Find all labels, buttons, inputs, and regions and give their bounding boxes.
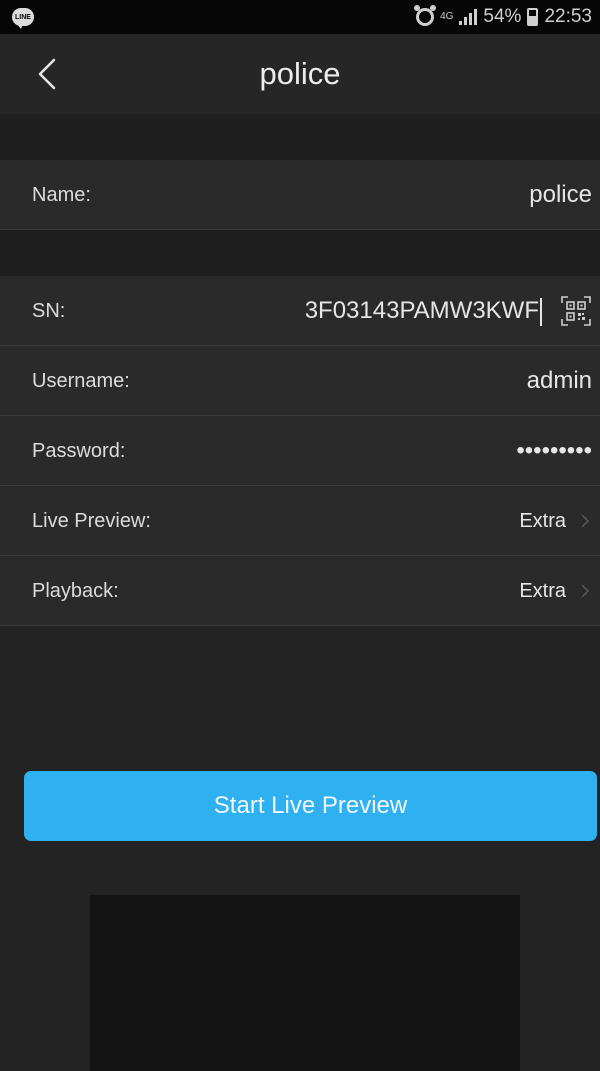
battery-percent: 54% — [483, 6, 522, 27]
signal-icon — [459, 9, 478, 25]
line-app-icon-text: LINE — [15, 13, 31, 21]
sn-label: SN: — [32, 300, 66, 322]
section-spacer — [0, 230, 600, 276]
live-preview-label: Live Preview: — [32, 510, 151, 532]
playback-value: Extra — [519, 580, 566, 602]
back-button[interactable] — [30, 54, 70, 94]
name-value[interactable]: police — [529, 160, 592, 230]
qr-code-icon[interactable] — [560, 295, 592, 327]
username-value[interactable]: admin — [527, 346, 592, 416]
password-label: Password: — [32, 440, 126, 462]
back-chevron-icon — [38, 58, 56, 90]
section-spacer — [0, 114, 600, 160]
status-right: 4G 54% 22:53 — [414, 5, 592, 28]
live-preview-value: Extra — [519, 510, 566, 532]
status-bar: LINE 4G 54% 22:53 — [0, 0, 600, 34]
password-row[interactable]: Password: ••••••••• — [0, 416, 600, 486]
live-preview-row[interactable]: Live Preview: Extra — [0, 486, 600, 556]
network-type: 4G — [440, 11, 454, 22]
title-bar: police — [0, 34, 600, 114]
chevron-right-icon — [581, 584, 590, 598]
battery-icon — [527, 8, 539, 26]
status-left: LINE — [12, 8, 34, 29]
start-live-preview-button[interactable]: Start Live Preview — [24, 771, 597, 841]
sn-input[interactable]: 3F03143PAMW3KWF — [305, 276, 542, 346]
alarm-icon — [414, 5, 437, 26]
sn-row[interactable]: SN: 3F03143PAMW3KWF — [0, 276, 600, 346]
chevron-right-icon — [581, 514, 590, 528]
preview-panel — [90, 895, 520, 1071]
status-time: 22:53 — [544, 6, 592, 27]
playback-row[interactable]: Playback: Extra — [0, 556, 600, 626]
name-row[interactable]: Name: police — [0, 160, 600, 230]
page-title: police — [259, 56, 341, 91]
name-label: Name: — [32, 184, 91, 206]
password-value[interactable]: ••••••••• — [516, 416, 592, 486]
playback-label: Playback: — [32, 580, 119, 602]
username-label: Username: — [32, 370, 130, 392]
text-cursor — [540, 297, 542, 326]
sn-value: 3F03143PAMW3KWF — [304, 297, 539, 324]
username-row[interactable]: Username: admin — [0, 346, 600, 416]
line-app-icon: LINE — [12, 8, 34, 29]
